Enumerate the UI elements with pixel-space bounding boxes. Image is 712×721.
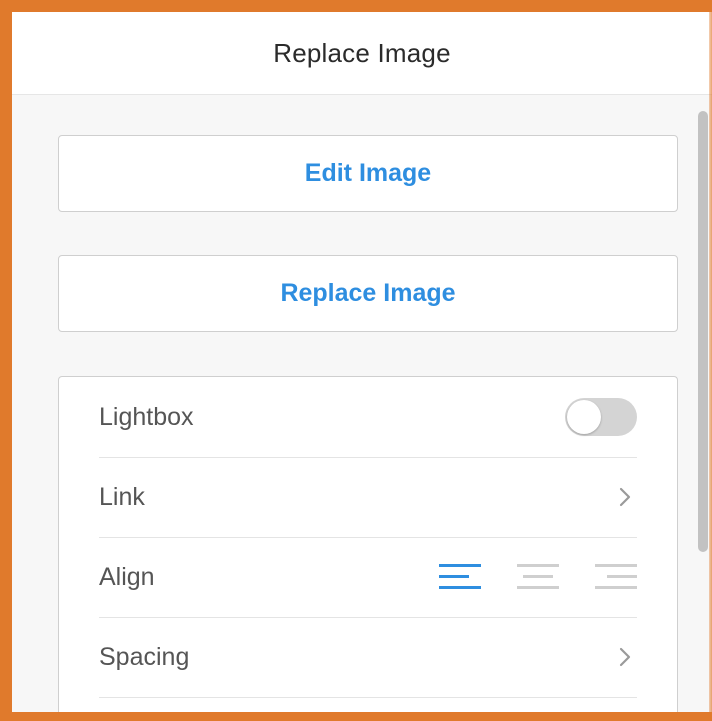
align-center-icon[interactable] — [517, 560, 559, 594]
link-label: Link — [99, 482, 145, 511]
spacing-row[interactable]: Spacing — [99, 617, 637, 698]
align-row: Align — [99, 537, 637, 618]
image-settings-list: Lightbox Link Align Spacing — [58, 376, 678, 712]
chevron-right-icon — [613, 485, 637, 509]
scrollbar-thumb[interactable] — [698, 111, 708, 552]
replace-image-button[interactable]: Replace Image — [58, 255, 678, 332]
window-frame: Replace Image Edit Image Replace Image L… — [0, 0, 712, 721]
align-label: Align — [99, 562, 155, 591]
panel-title: Replace Image — [273, 37, 451, 68]
lightbox-toggle[interactable] — [565, 398, 637, 436]
toggle-knob — [567, 400, 601, 434]
align-options — [439, 560, 637, 594]
lightbox-row: Lightbox — [99, 377, 637, 458]
spacing-label: Spacing — [99, 642, 190, 671]
edit-image-button[interactable]: Edit Image — [58, 135, 678, 212]
align-left-icon[interactable] — [439, 560, 481, 594]
align-right-icon[interactable] — [595, 560, 637, 594]
link-row[interactable]: Link — [99, 457, 637, 538]
lightbox-label: Lightbox — [99, 402, 194, 431]
panel-body: Edit Image Replace Image Lightbox Link A… — [12, 95, 712, 712]
panel-header: Replace Image — [12, 12, 712, 95]
chevron-right-icon — [613, 645, 637, 669]
